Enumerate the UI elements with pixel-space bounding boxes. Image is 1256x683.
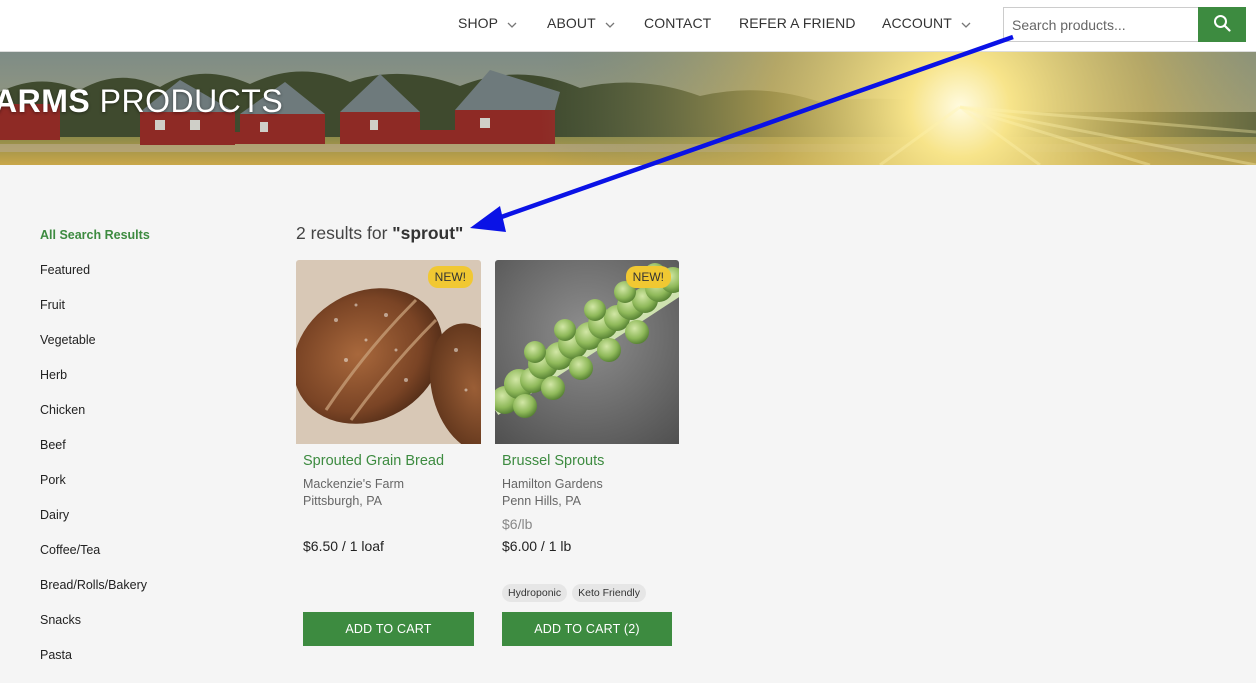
- search-input[interactable]: [1003, 7, 1199, 42]
- product-image[interactable]: NEW!: [296, 260, 481, 444]
- add-to-cart-button[interactable]: ADD TO CART: [303, 612, 474, 646]
- hero-title: ARMS PRODUCTS: [0, 83, 283, 120]
- nav-account[interactable]: ACCOUNT: [882, 15, 971, 31]
- sidebar-item-all-search-results[interactable]: All Search Results: [40, 228, 240, 263]
- new-badge: NEW!: [625, 266, 671, 288]
- hero-title-thin: PRODUCTS: [90, 83, 284, 119]
- new-badge: NEW!: [427, 266, 473, 288]
- sidebar-item-pork[interactable]: Pork: [40, 473, 240, 508]
- chevron-down-icon: [507, 15, 517, 31]
- product-name[interactable]: Sprouted Grain Bread: [303, 453, 444, 469]
- product-image[interactable]: NEW!: [495, 260, 679, 444]
- search-icon: [1213, 14, 1231, 35]
- nav-account-label: ACCOUNT: [882, 15, 952, 31]
- sidebar-item-snacks[interactable]: Snacks: [40, 613, 240, 648]
- product-card: NEW! Brussel Sprouts Hamilton Gardens Pe…: [495, 260, 679, 646]
- sidebar-item-featured[interactable]: Featured: [40, 263, 240, 298]
- nav-shop[interactable]: SHOP: [458, 15, 517, 31]
- sidebar-item-vegetable[interactable]: Vegetable: [40, 333, 240, 368]
- hero-title-bold: ARMS: [0, 83, 91, 119]
- nav-contact[interactable]: CONTACT: [644, 15, 711, 31]
- search-form: [1003, 7, 1246, 42]
- sidebar-item-bread-rolls-bakery[interactable]: Bread/Rolls/Bakery: [40, 578, 240, 613]
- nav-about-label: ABOUT: [547, 15, 596, 31]
- nav-contact-label: CONTACT: [644, 15, 712, 31]
- product-card: NEW! Sprouted Grain Bread Mackenzie's Fa…: [296, 260, 481, 646]
- sidebar-item-fruit[interactable]: Fruit: [40, 298, 240, 333]
- product-unit-price: $6/lb: [502, 516, 533, 532]
- product-price: $6.00 / 1 lb: [502, 538, 572, 554]
- product-name[interactable]: Brussel Sprouts: [502, 453, 604, 469]
- results-query: "sprout": [392, 223, 464, 243]
- results-count: 2 results for: [296, 223, 393, 243]
- category-sidebar: All Search Results Featured Fruit Vegeta…: [40, 228, 240, 683]
- top-nav-bar: SHOP ABOUT CONTACT REFER A FRIEND ACCOUN…: [0, 0, 1256, 52]
- sidebar-item-dairy[interactable]: Dairy: [40, 508, 240, 543]
- sidebar-item-chicken[interactable]: Chicken: [40, 403, 240, 438]
- results-heading: 2 results for "sprout": [296, 223, 463, 244]
- product-price: $6.50 / 1 loaf: [303, 538, 384, 554]
- nav-shop-label: SHOP: [458, 15, 499, 31]
- add-to-cart-button[interactable]: ADD TO CART (2): [502, 612, 672, 646]
- product-location: Penn Hills, PA: [502, 494, 581, 508]
- tag-keto-friendly[interactable]: Keto Friendly: [572, 584, 646, 602]
- product-farm: Hamilton Gardens: [502, 477, 603, 491]
- product-tags: Hydroponic Keto Friendly: [502, 584, 646, 602]
- hero-banner: ARMS PRODUCTS: [0, 52, 1256, 165]
- sidebar-item-herb[interactable]: Herb: [40, 368, 240, 403]
- sidebar-item-coffee-tea[interactable]: Coffee/Tea: [40, 543, 240, 578]
- sidebar-item-pasta[interactable]: Pasta: [40, 648, 240, 683]
- chevron-down-icon: [961, 15, 971, 31]
- product-farm: Mackenzie's Farm: [303, 477, 405, 491]
- tag-hydroponic[interactable]: Hydroponic: [502, 584, 568, 602]
- product-location: Pittsburgh, PA: [303, 494, 382, 508]
- search-button[interactable]: [1198, 7, 1246, 42]
- nav-refer-a-friend[interactable]: REFER A FRIEND: [739, 15, 856, 31]
- sidebar-item-beef[interactable]: Beef: [40, 438, 240, 473]
- nav-refer-label: REFER A FRIEND: [739, 15, 856, 31]
- chevron-down-icon: [605, 15, 615, 31]
- nav-about[interactable]: ABOUT: [547, 15, 615, 31]
